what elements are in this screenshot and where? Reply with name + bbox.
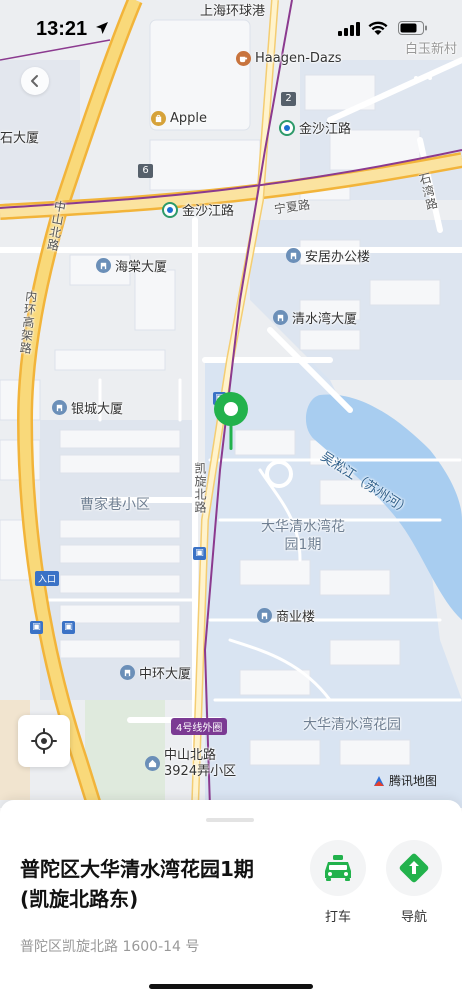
poi-qingshuiwan-building[interactable]: 清水湾大厦 bbox=[273, 308, 357, 327]
route-shield-2: 2 bbox=[281, 92, 296, 106]
location-pin-icon[interactable] bbox=[212, 390, 250, 452]
poi-label: 中环大厦 bbox=[139, 667, 192, 682]
status-time: 13:21 bbox=[36, 18, 88, 40]
navigation-label: 导航 bbox=[400, 910, 427, 925]
metro-station-label: 金沙江路 bbox=[182, 204, 235, 219]
building-icon bbox=[273, 310, 288, 325]
building-icon bbox=[120, 665, 135, 680]
dot-icon bbox=[414, 76, 418, 80]
taxi-label: 打车 bbox=[324, 910, 351, 925]
poi-label: 安居办公楼 bbox=[305, 250, 371, 265]
taxi-button[interactable]: 打车 bbox=[308, 840, 368, 925]
locate-me-button[interactable] bbox=[18, 715, 70, 767]
building-icon bbox=[52, 400, 67, 415]
map-attribution: 腾讯地图 bbox=[372, 772, 437, 789]
metro-loop-badge: 4号线外圈 bbox=[171, 718, 228, 735]
poi-label: 海棠大厦 bbox=[115, 260, 168, 275]
back-button[interactable] bbox=[21, 67, 49, 95]
label-shi-building[interactable]: 石大厦 bbox=[0, 127, 39, 146]
metro-icon bbox=[279, 119, 295, 136]
poi-label: 商业楼 bbox=[276, 610, 316, 625]
poi-label: 银城大厦 bbox=[71, 402, 124, 417]
label-kaixuan-north-rd[interactable]: 凯旋北路 bbox=[192, 462, 209, 514]
metro-station-jinshajiang[interactable]: 金沙江路 bbox=[162, 200, 234, 219]
building-icon bbox=[257, 608, 272, 623]
home-icon bbox=[145, 756, 160, 771]
bus-stop-icon[interactable]: ▣ bbox=[30, 621, 43, 634]
poi-label: 清水湾大厦 bbox=[292, 312, 358, 327]
poi-apple[interactable]: Apple bbox=[151, 111, 207, 126]
navigation-button[interactable]: 导航 bbox=[384, 840, 444, 925]
status-bar: 13:21 bbox=[0, 0, 462, 54]
poi-apple-label: Apple bbox=[170, 111, 208, 126]
poi-yincheng-building[interactable]: 银城大厦 bbox=[52, 398, 123, 417]
home-indicator bbox=[149, 984, 313, 989]
place-detail-sheet[interactable]: 普陀区大华清水湾花园1期 (凯旋北路东) 普陀区凯旋北路 1600-14 号 打… bbox=[0, 800, 462, 1000]
poi-zhongshan-3924[interactable]: 中山北路 3924弄小区 bbox=[145, 748, 236, 780]
poi-label: 中山北路 3924弄小区 bbox=[164, 748, 237, 779]
place-address: 普陀区凯旋北路 1600-14 号 bbox=[20, 939, 200, 955]
metro-station-label: 金沙江路 bbox=[299, 122, 352, 137]
shopping-bag-icon bbox=[151, 111, 166, 126]
sheet-drag-handle[interactable] bbox=[206, 818, 254, 822]
more-options-button[interactable] bbox=[414, 76, 432, 80]
metro-icon bbox=[162, 201, 178, 218]
cellular-signal-icon bbox=[338, 22, 360, 36]
taxi-icon bbox=[325, 855, 351, 881]
bus-stop-icon[interactable]: ▣ bbox=[62, 621, 75, 634]
building-icon bbox=[286, 248, 301, 263]
entrance-badge: 入口 bbox=[35, 571, 60, 586]
crosshair-icon bbox=[31, 728, 57, 754]
poi-zhonghuan-building[interactable]: 中环大厦 bbox=[120, 663, 191, 682]
label-dahua-phase1[interactable]: 大华清水湾花园1期 bbox=[258, 518, 348, 554]
navigation-button-circle[interactable] bbox=[386, 840, 442, 896]
label-dahua-garden[interactable]: 大华清水湾花园 bbox=[303, 714, 401, 734]
route-shield-6: 6 bbox=[138, 164, 153, 178]
dot-icon bbox=[421, 76, 425, 80]
metro-station-jinshajiang-top[interactable]: 金沙江路 bbox=[279, 118, 351, 137]
tencent-map-logo-icon bbox=[374, 775, 384, 786]
poi-haitang-building[interactable]: 海棠大厦 bbox=[96, 256, 167, 275]
chevron-left-icon bbox=[31, 75, 38, 87]
label-caojiaxiang[interactable]: 曹家巷小区 bbox=[80, 494, 150, 514]
building-icon bbox=[96, 258, 111, 273]
location-arrow-icon bbox=[96, 22, 108, 34]
dot-icon bbox=[428, 76, 432, 80]
wifi-icon bbox=[368, 21, 388, 35]
navigation-icon bbox=[399, 853, 429, 883]
attribution-label: 腾讯地图 bbox=[389, 774, 438, 788]
taxi-button-circle[interactable] bbox=[310, 840, 366, 896]
place-title: 普陀区大华清水湾花园1期 (凯旋北路东) bbox=[20, 857, 254, 911]
bus-stop-icon[interactable]: ▣ bbox=[193, 547, 206, 560]
map-view[interactable]: 上海环球港 Haagen-Dazs Apple 金沙江路 金沙江路 白玉新村 石… bbox=[0, 0, 462, 808]
poi-anju-office[interactable]: 安居办公楼 bbox=[286, 246, 370, 265]
battery-icon bbox=[398, 21, 427, 35]
poi-commercial-building[interactable]: 商业楼 bbox=[257, 606, 315, 625]
